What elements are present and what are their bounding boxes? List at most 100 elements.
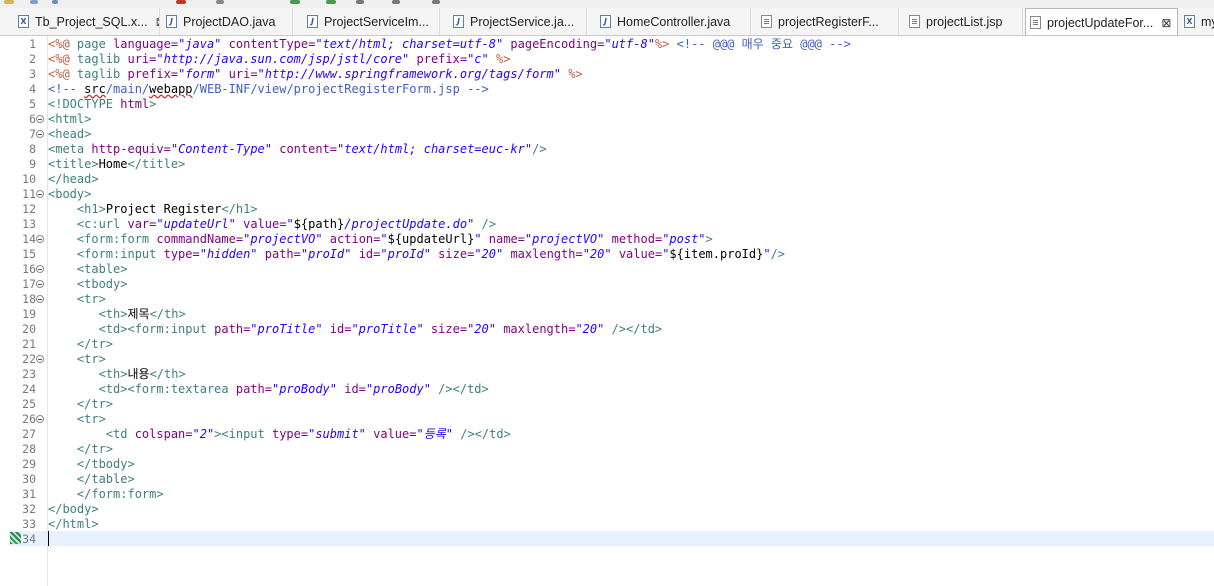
fold-toggle-icon[interactable] [36,190,44,198]
code-token: taglib [76,67,128,81]
fold-toggle-icon[interactable] [36,235,44,243]
code-text: <body> [48,187,91,202]
code-line[interactable]: 1 <%@ page language="java" contentType="t… [0,37,1214,52]
code-line[interactable]: 20 <td><form:input path="proTitle" id="p… [0,322,1214,337]
code-line[interactable]: 8 <meta http-equiv="Content-Type" content… [0,142,1214,157]
fold-toggle-icon[interactable] [36,355,44,363]
fold-toggle-icon[interactable] [36,115,44,123]
code-line[interactable]: 25 </tr> [0,397,1214,412]
code-token: "20" [575,322,605,336]
tab-projectservice[interactable]: J ProjectService.ja... [449,8,587,35]
code-token: /> [770,247,786,261]
java-file-icon: J [600,15,611,28]
code-line[interactable]: 30 </table> [0,472,1214,487]
code-line[interactable]: 19 <th>제목</th> [0,307,1214,322]
code-line[interactable]: 10 </head> [0,172,1214,187]
line-number: 24 [22,382,36,396]
line-number: 5 [29,97,36,111]
close-icon[interactable]: ⊠ [1161,16,1171,30]
toolbar-icon[interactable] [290,0,300,4]
code-token: method= [604,232,663,246]
fold-toggle-icon[interactable] [36,130,44,138]
code-line[interactable]: 31 </form:form> [0,487,1214,502]
code-token: <%@ [48,52,77,66]
code-text: <td colspan="2"><input type="submit" val… [48,427,511,442]
code-text: <%@ taglib uri="http://java.sun.com/jsp/… [48,52,510,67]
toolbar-icon[interactable] [356,0,364,4]
code-line[interactable]: 33 </html> [0,517,1214,532]
code-text: <head> [48,127,91,142]
code-line[interactable]: 27 <td colspan="2"><input type="submit" … [0,427,1214,442]
tab-projectdao[interactable]: J ProjectDAO.java [162,8,293,35]
code-line[interactable]: 2 <%@ taglib uri="http://java.sun.com/jsp… [0,52,1214,67]
code-text: <form:form commandName="projectVO" actio… [48,232,713,247]
code-token: /></td> [430,382,489,396]
code-line[interactable]: 23 <th>내용</th> [0,367,1214,382]
toolbar-strip [0,0,1214,8]
tab-homecontroller[interactable]: J HomeController.java [596,8,751,35]
code-line[interactable]: 15 <form:input type="hidden" path="proId… [0,247,1214,262]
code-line[interactable]: 29 </tbody> [0,457,1214,472]
code-text: </table> [48,472,135,487]
code-line[interactable]: 14 <form:form commandName="projectVO" ac… [0,232,1214,247]
tab-projectregisterform[interactable]: projectRegisterF... [757,8,899,35]
java-file-icon: J [453,15,464,28]
toolbar-icon[interactable] [4,0,14,4]
fold-toggle-icon[interactable] [36,280,44,288]
toolbar-icon[interactable] [176,0,186,4]
code-line[interactable]: 34 [0,532,1214,547]
code-token: html [120,97,150,111]
text-caret [48,531,49,546]
code-line[interactable]: 26 <tr> [0,412,1214,427]
code-token: <!DOCTYPE [48,97,121,111]
code-line[interactable]: 7 <head> [0,127,1214,142]
code-line[interactable]: 32 </body> [0,502,1214,517]
tab-projectlist[interactable]: projectList.jsp [905,8,1023,35]
code-line[interactable]: 18 <tr> [0,292,1214,307]
fold-toggle-icon[interactable] [36,295,44,303]
tab-tb-project-sql[interactable]: X Tb_Project_SQL.x... ⊠ [14,8,160,35]
fold-toggle-icon[interactable] [36,265,44,273]
close-icon[interactable]: ⊠ [156,15,159,29]
tab-my[interactable]: X my [1180,8,1214,35]
code-token: </tr> [76,397,114,411]
code-line[interactable]: 17 <tbody> [0,277,1214,292]
code-line[interactable]: 6 <html> [0,112,1214,127]
fold-toggle-icon[interactable] [36,415,44,423]
code-token: "utf-8" [604,37,655,51]
code-line[interactable]: 9 <title>Home</title> [0,157,1214,172]
code-line[interactable]: 5 <!DOCTYPE html> [0,97,1214,112]
code-line[interactable]: 3 <%@ taglib prefix="form" uri="http://ww… [0,67,1214,82]
toolbar-icon[interactable] [52,0,58,4]
code-text: <html> [48,112,91,127]
toolbar-icon[interactable] [30,0,38,4]
code-line[interactable]: 13 <c:url var="updateUrl" value="${path}… [0,217,1214,232]
code-line[interactable]: 21 </tr> [0,337,1214,352]
code-line[interactable]: 11 <body> [0,187,1214,202]
code-line[interactable]: 28 </tr> [0,442,1214,457]
line-number: 7 [29,127,36,141]
tab-projectupdateform[interactable]: projectUpdateFor... ⊠ [1025,8,1178,35]
code-line[interactable]: 22 <tr> [0,352,1214,367]
code-text: <%@ page language="java" contentType="te… [48,37,851,52]
code-text: <tr> [48,292,106,307]
toolbar-icon[interactable] [432,0,440,4]
code-token: 제목 [127,307,150,321]
code-line[interactable]: 4 <!-- src/main/webapp/WEB-INF/view/proje… [0,82,1214,97]
toolbar-icon[interactable] [326,0,336,4]
code-line[interactable]: 16 <table> [0,262,1214,277]
toolbar-icon[interactable] [392,0,400,4]
line-number: 11 [22,187,36,201]
code-text: <tr> [48,412,106,427]
code-text: <tbody> [48,277,128,292]
code-line[interactable]: 24 <td><form:textarea path="proBody" id=… [0,382,1214,397]
toolbar-icon[interactable] [216,0,224,4]
code-token: </th> [149,307,186,321]
line-number: 9 [29,157,36,171]
code-line[interactable]: 12 <h1>Project Register</h1> [0,202,1214,217]
tab-projectserviceimpl[interactable]: J ProjectServiceIm... [303,8,440,35]
